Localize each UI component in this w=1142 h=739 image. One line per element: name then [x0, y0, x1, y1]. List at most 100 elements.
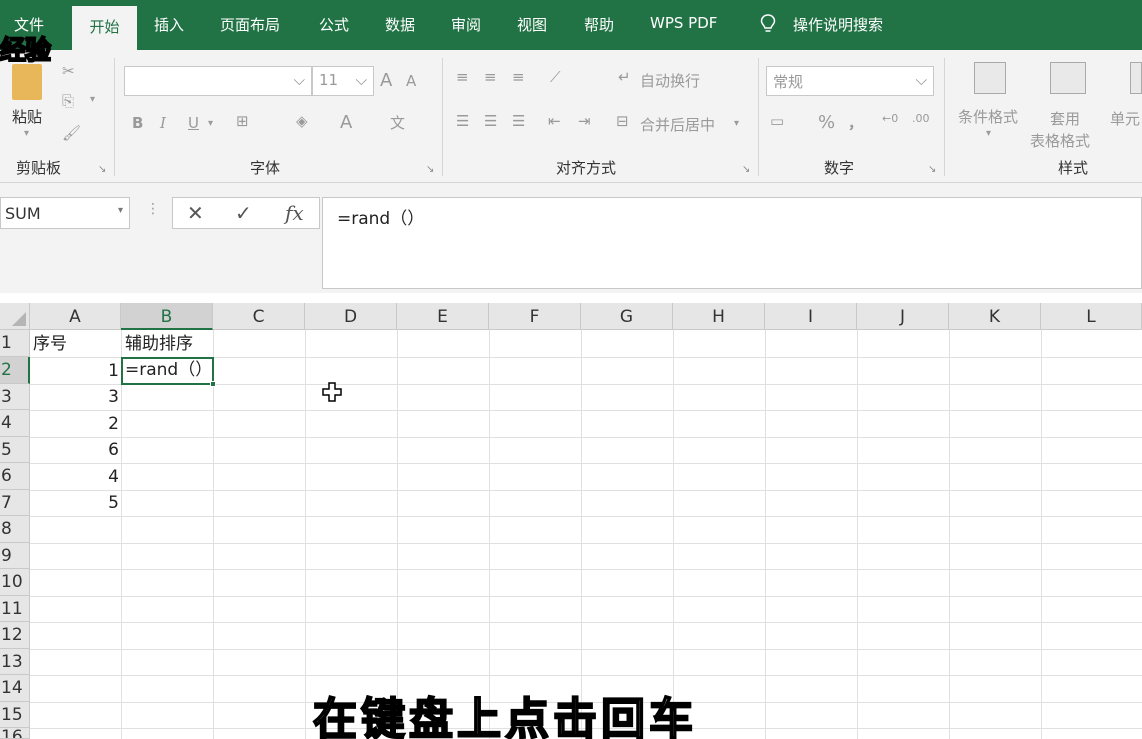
tab-wps-pdf[interactable]: WPS PDF: [650, 14, 717, 32]
cell-a6[interactable]: 4: [30, 464, 119, 490]
italic-button[interactable]: I: [160, 114, 166, 132]
column-header-g[interactable]: G: [581, 303, 673, 330]
align-center-icon[interactable]: ☰: [484, 112, 497, 130]
cell-a4[interactable]: 2: [30, 411, 119, 437]
column-header-d[interactable]: D: [305, 303, 397, 330]
orientation-icon[interactable]: ⟋: [550, 68, 561, 86]
tab-help[interactable]: 帮助: [584, 14, 614, 35]
cell-styles-button[interactable]: 单元: [1110, 108, 1140, 129]
copy-dropdown-icon[interactable]: ▾: [90, 94, 95, 105]
paste-button[interactable]: 粘贴: [12, 106, 42, 127]
align-bottom-icon[interactable]: ≡: [512, 68, 525, 86]
merge-icon[interactable]: ⊟: [616, 112, 629, 130]
alignment-launcher-icon[interactable]: ↘: [742, 164, 750, 175]
cell-a5[interactable]: 6: [30, 437, 119, 463]
align-top-icon[interactable]: ≡: [456, 68, 469, 86]
format-painter-icon[interactable]: 🖌: [62, 124, 81, 142]
tab-data[interactable]: 数据: [385, 14, 415, 35]
tell-me-search[interactable]: 操作说明搜索: [793, 14, 883, 35]
enter-icon[interactable]: ✓: [235, 201, 252, 225]
tab-insert[interactable]: 插入: [154, 14, 184, 35]
row-header-2[interactable]: 2: [0, 357, 30, 384]
increase-decimal-icon[interactable]: ←0: [882, 112, 898, 125]
align-right-icon[interactable]: ☰: [512, 112, 525, 130]
name-box[interactable]: SUM ▾: [0, 197, 130, 229]
column-header-c[interactable]: C: [213, 303, 305, 330]
underline-dropdown-icon[interactable]: ▾: [208, 118, 213, 129]
tab-home[interactable]: 开始: [72, 6, 137, 50]
tab-review[interactable]: 审阅: [451, 14, 481, 35]
column-header-a[interactable]: A: [30, 303, 121, 330]
merge-center-button[interactable]: 合并后居中: [640, 114, 715, 135]
column-header-k[interactable]: K: [949, 303, 1041, 330]
underline-button[interactable]: U: [188, 114, 199, 132]
font-launcher-icon[interactable]: ↘: [426, 164, 434, 175]
paste-icon[interactable]: [12, 64, 42, 100]
wrap-text-icon[interactable]: ↵: [618, 68, 631, 86]
format-as-table-button-line1[interactable]: 套用: [1050, 108, 1080, 129]
font-name-combo[interactable]: ⌵: [124, 66, 312, 96]
format-as-table-button-line2[interactable]: 表格格式: [1030, 130, 1090, 151]
number-launcher-icon[interactable]: ↘: [928, 164, 936, 175]
merge-dropdown-icon[interactable]: ▾: [734, 118, 739, 129]
row-header-10[interactable]: 10: [0, 569, 30, 596]
comma-button[interactable]: ，: [848, 112, 863, 133]
paste-dropdown-icon[interactable]: ▾: [24, 128, 29, 139]
conditional-format-icon[interactable]: [974, 62, 1006, 94]
column-header-l[interactable]: L: [1041, 303, 1142, 330]
decrease-indent-icon[interactable]: ⇤: [548, 112, 561, 130]
border-icon[interactable]: ⊞: [236, 112, 249, 130]
column-header-h[interactable]: H: [673, 303, 765, 330]
bold-button[interactable]: B: [132, 114, 143, 132]
format-as-table-icon[interactable]: [1050, 62, 1086, 94]
cell-a7[interactable]: 5: [30, 490, 119, 516]
tab-page-layout[interactable]: 页面布局: [220, 14, 280, 35]
lightbulb-icon[interactable]: [760, 14, 776, 38]
clipboard-launcher-icon[interactable]: ↘: [98, 164, 106, 175]
row-header-6[interactable]: 6: [0, 463, 30, 490]
formula-input[interactable]: =rand（）: [322, 197, 1142, 289]
conditional-format-dropdown-icon[interactable]: ▾: [986, 128, 991, 139]
conditional-format-button[interactable]: 条件格式: [958, 106, 1018, 127]
fill-handle[interactable]: [210, 381, 216, 387]
align-left-icon[interactable]: ☰: [456, 112, 469, 130]
phonetic-icon[interactable]: 文: [390, 112, 405, 133]
row-header-7[interactable]: 7: [0, 490, 30, 516]
row-header-8[interactable]: 8: [0, 516, 30, 543]
fill-color-icon[interactable]: ◈: [296, 112, 308, 130]
wrap-text-button[interactable]: 自动换行: [640, 70, 700, 91]
column-header-e[interactable]: E: [397, 303, 489, 330]
row-header-13[interactable]: 13: [0, 649, 30, 675]
font-size-combo[interactable]: 11 ⌵: [312, 66, 374, 96]
tab-view[interactable]: 视图: [517, 14, 547, 35]
increase-indent-icon[interactable]: ⇥: [578, 112, 591, 130]
cell-a3[interactable]: 3: [30, 384, 119, 410]
number-format-combo[interactable]: 常规 ⌵: [766, 66, 934, 96]
row-header-12[interactable]: 12: [0, 622, 30, 649]
shrink-font-button[interactable]: A: [406, 72, 416, 90]
row-header-1[interactable]: 1: [0, 330, 30, 357]
tab-formulas[interactable]: 公式: [319, 14, 349, 35]
accounting-format-icon[interactable]: ▭: [770, 112, 784, 130]
worksheet-grid[interactable]: A B C D E F G H I J K L 1 2 3 4 5 6 7 8 …: [0, 303, 1142, 739]
decrease-decimal-icon[interactable]: .00: [912, 112, 930, 125]
select-all-button[interactable]: [0, 303, 30, 330]
row-header-4[interactable]: 4: [0, 410, 30, 437]
column-header-j[interactable]: J: [857, 303, 949, 330]
row-header-3[interactable]: 3: [0, 384, 30, 410]
cut-icon[interactable]: ✂: [62, 62, 75, 80]
cell-a1[interactable]: 序号: [33, 331, 67, 357]
drag-handle-icon[interactable]: ⋮: [146, 201, 160, 217]
copy-icon[interactable]: ⎘: [62, 92, 74, 110]
grow-font-button[interactable]: A: [380, 70, 392, 91]
percent-button[interactable]: %: [818, 112, 835, 133]
row-header-11[interactable]: 11: [0, 596, 30, 622]
align-middle-icon[interactable]: ≡: [484, 68, 497, 86]
cancel-icon[interactable]: ✕: [187, 201, 204, 225]
insert-function-button[interactable]: fx: [285, 201, 304, 225]
font-color-button[interactable]: A: [340, 112, 352, 133]
active-cell-b2[interactable]: =rand（）: [121, 357, 214, 385]
column-header-i[interactable]: I: [765, 303, 857, 330]
row-header-9[interactable]: 9: [0, 543, 30, 569]
row-header-5[interactable]: 5: [0, 437, 30, 463]
